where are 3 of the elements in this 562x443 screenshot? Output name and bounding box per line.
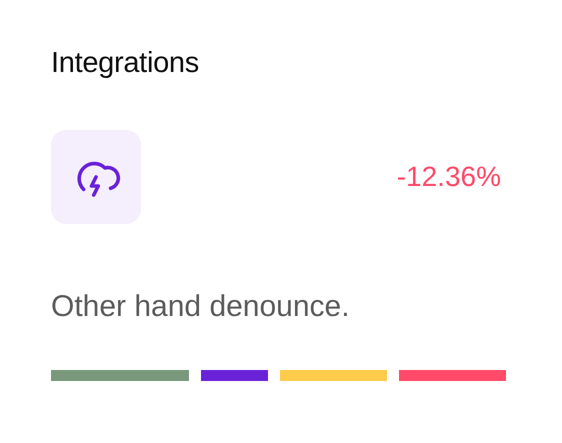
description: Other hand denounce. [51, 290, 350, 324]
change-percent: -12.36% [396, 161, 501, 193]
card-title: Integrations [51, 47, 199, 80]
